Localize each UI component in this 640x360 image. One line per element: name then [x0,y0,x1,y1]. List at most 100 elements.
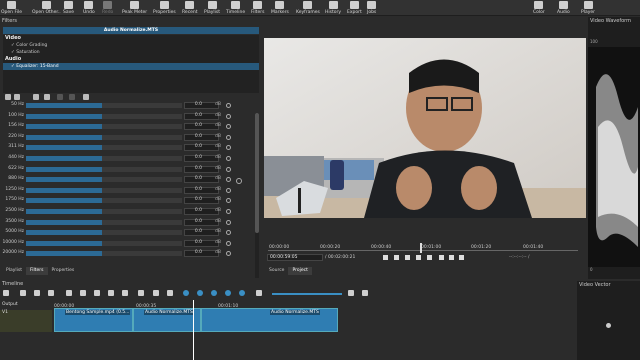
append-icon[interactable] [66,290,72,296]
eq-slider[interactable] [26,113,102,119]
toolbar-keyframes-button[interactable]: Keyframes [296,0,320,16]
reset-icon[interactable] [226,219,231,225]
scrub-icon[interactable] [197,290,203,296]
eq-slider[interactable] [26,103,102,108]
eq-slider-track[interactable] [102,251,182,257]
layout-color-button[interactable]: Color [533,0,545,16]
reset-icon[interactable] [226,103,231,108]
zoom-out-icon[interactable] [256,290,262,296]
rewind-icon[interactable] [394,255,399,260]
toolbar-recent-button[interactable]: Recent [182,0,198,16]
play-icon[interactable] [405,255,410,260]
paste-filter-button[interactable] [44,94,50,100]
eq-slider-track[interactable] [102,219,182,225]
tab-project[interactable]: Project [288,267,312,275]
next-marker-icon[interactable] [167,290,173,296]
zoom-in-icon[interactable] [348,290,354,296]
toolbar-filters-button[interactable]: Filters [251,0,265,16]
move-up-button[interactable] [57,94,63,100]
toolbar-open-file-button[interactable]: Open File [1,0,22,16]
eq-slider[interactable] [26,251,102,257]
eq-slider[interactable] [26,166,102,172]
position-timecode[interactable]: 00:00:59:05 [267,254,323,261]
zoom-slider[interactable] [272,293,342,295]
eq-slider-track[interactable] [102,124,182,130]
eq-slider[interactable] [26,124,102,130]
toolbar-timeline-button[interactable]: Timeline [226,0,245,16]
eq-slider-track[interactable] [102,230,182,236]
reset-icon[interactable] [226,251,231,257]
track-v1[interactable]: V1 [0,310,52,332]
reset-icon[interactable] [226,113,231,119]
tab-source[interactable]: Source [265,267,289,275]
eq-slider-track[interactable] [102,187,182,193]
eq-slider-track[interactable] [102,177,182,183]
eq-slider-track[interactable] [102,156,182,161]
timeline-clip[interactable]: Audio Normalize.MTS [133,308,201,332]
toolbar-peak-meter-button[interactable]: Peak Meter [122,0,147,16]
eq-slider[interactable] [26,156,102,161]
snap-icon[interactable] [183,290,189,296]
grid-icon[interactable] [449,255,454,260]
eq-slider-track[interactable] [102,134,182,140]
video-preview[interactable] [264,38,586,218]
timeline-clip[interactable]: Audio Normalize.MTS [201,308,338,332]
volume-icon[interactable] [459,255,464,260]
overwrite-icon[interactable] [108,290,114,296]
toolbar-history-button[interactable]: History [325,0,341,16]
eq-slider[interactable] [26,198,102,204]
timeline-clip[interactable]: Bentong Sample.mp4 (0.5... [54,308,133,332]
paste-icon[interactable] [48,290,54,296]
toolbar-save-button[interactable]: Save [63,0,74,16]
reset-icon[interactable] [226,177,231,183]
deselect-filter-button[interactable] [83,94,89,100]
cut-icon[interactable] [20,290,26,296]
filter-item[interactable]: ✓ Saturation [3,49,259,56]
reset-icon[interactable] [226,240,231,246]
eq-slider[interactable] [26,187,102,193]
toolbar-redo-button[interactable]: Redo [102,0,113,16]
remove-filter-button[interactable] [14,94,20,100]
add-filter-button[interactable] [5,94,11,100]
reset-icon[interactable] [226,124,231,130]
eq-slider-track[interactable] [102,145,182,151]
copy-icon[interactable] [34,290,40,296]
toolbar-properties-button[interactable]: Properties [153,0,176,16]
toolbar-jobs-button[interactable]: Jobs [367,0,376,16]
layout-audio-button[interactable]: Audio [557,0,570,16]
eq-slider-track[interactable] [102,209,182,214]
ripple-icon[interactable] [211,290,217,296]
layout-player-button[interactable]: Player [581,0,595,16]
skip-previous-icon[interactable] [383,255,388,260]
eq-slider-track[interactable] [102,113,182,119]
ripple-all-icon[interactable] [225,290,231,296]
tab-properties[interactable]: Properties [47,267,79,275]
reset-icon[interactable] [226,156,231,161]
tab-playlist[interactable]: Playlist [2,267,26,275]
eq-slider[interactable] [26,219,102,225]
player-playhead[interactable] [420,243,422,253]
reset-icon[interactable] [226,145,231,151]
keyframe-icon[interactable] [236,178,242,184]
lift-icon[interactable] [94,290,100,296]
reset-icon[interactable] [226,187,231,193]
zoom-fit-icon[interactable] [362,290,368,296]
reset-icon[interactable] [226,230,231,236]
toolbar-playlist-button[interactable]: Playlist [204,0,220,16]
reset-icon[interactable] [226,209,231,214]
filter-list[interactable]: Video ✓ Color Grading ✓ Saturation Audio… [3,35,259,93]
eq-slider[interactable] [26,240,102,246]
tab-filters[interactable]: Filters [26,267,48,275]
reset-icon[interactable] [226,166,231,172]
filter-item-selected[interactable]: ✓ Equalizer: 15-Band [3,63,259,70]
toggle-zoom-icon[interactable] [439,255,444,260]
remove-icon[interactable] [80,290,86,296]
marker-icon[interactable] [138,290,144,296]
eq-slider-track[interactable] [102,240,182,246]
split-icon[interactable] [122,290,128,296]
copy-filter-button[interactable] [33,94,39,100]
eq-slider-track[interactable] [102,103,182,108]
filter-item[interactable]: ✓ Color Grading [3,42,259,49]
reset-icon[interactable] [226,134,231,140]
toolbar-export-button[interactable]: Export [347,0,362,16]
